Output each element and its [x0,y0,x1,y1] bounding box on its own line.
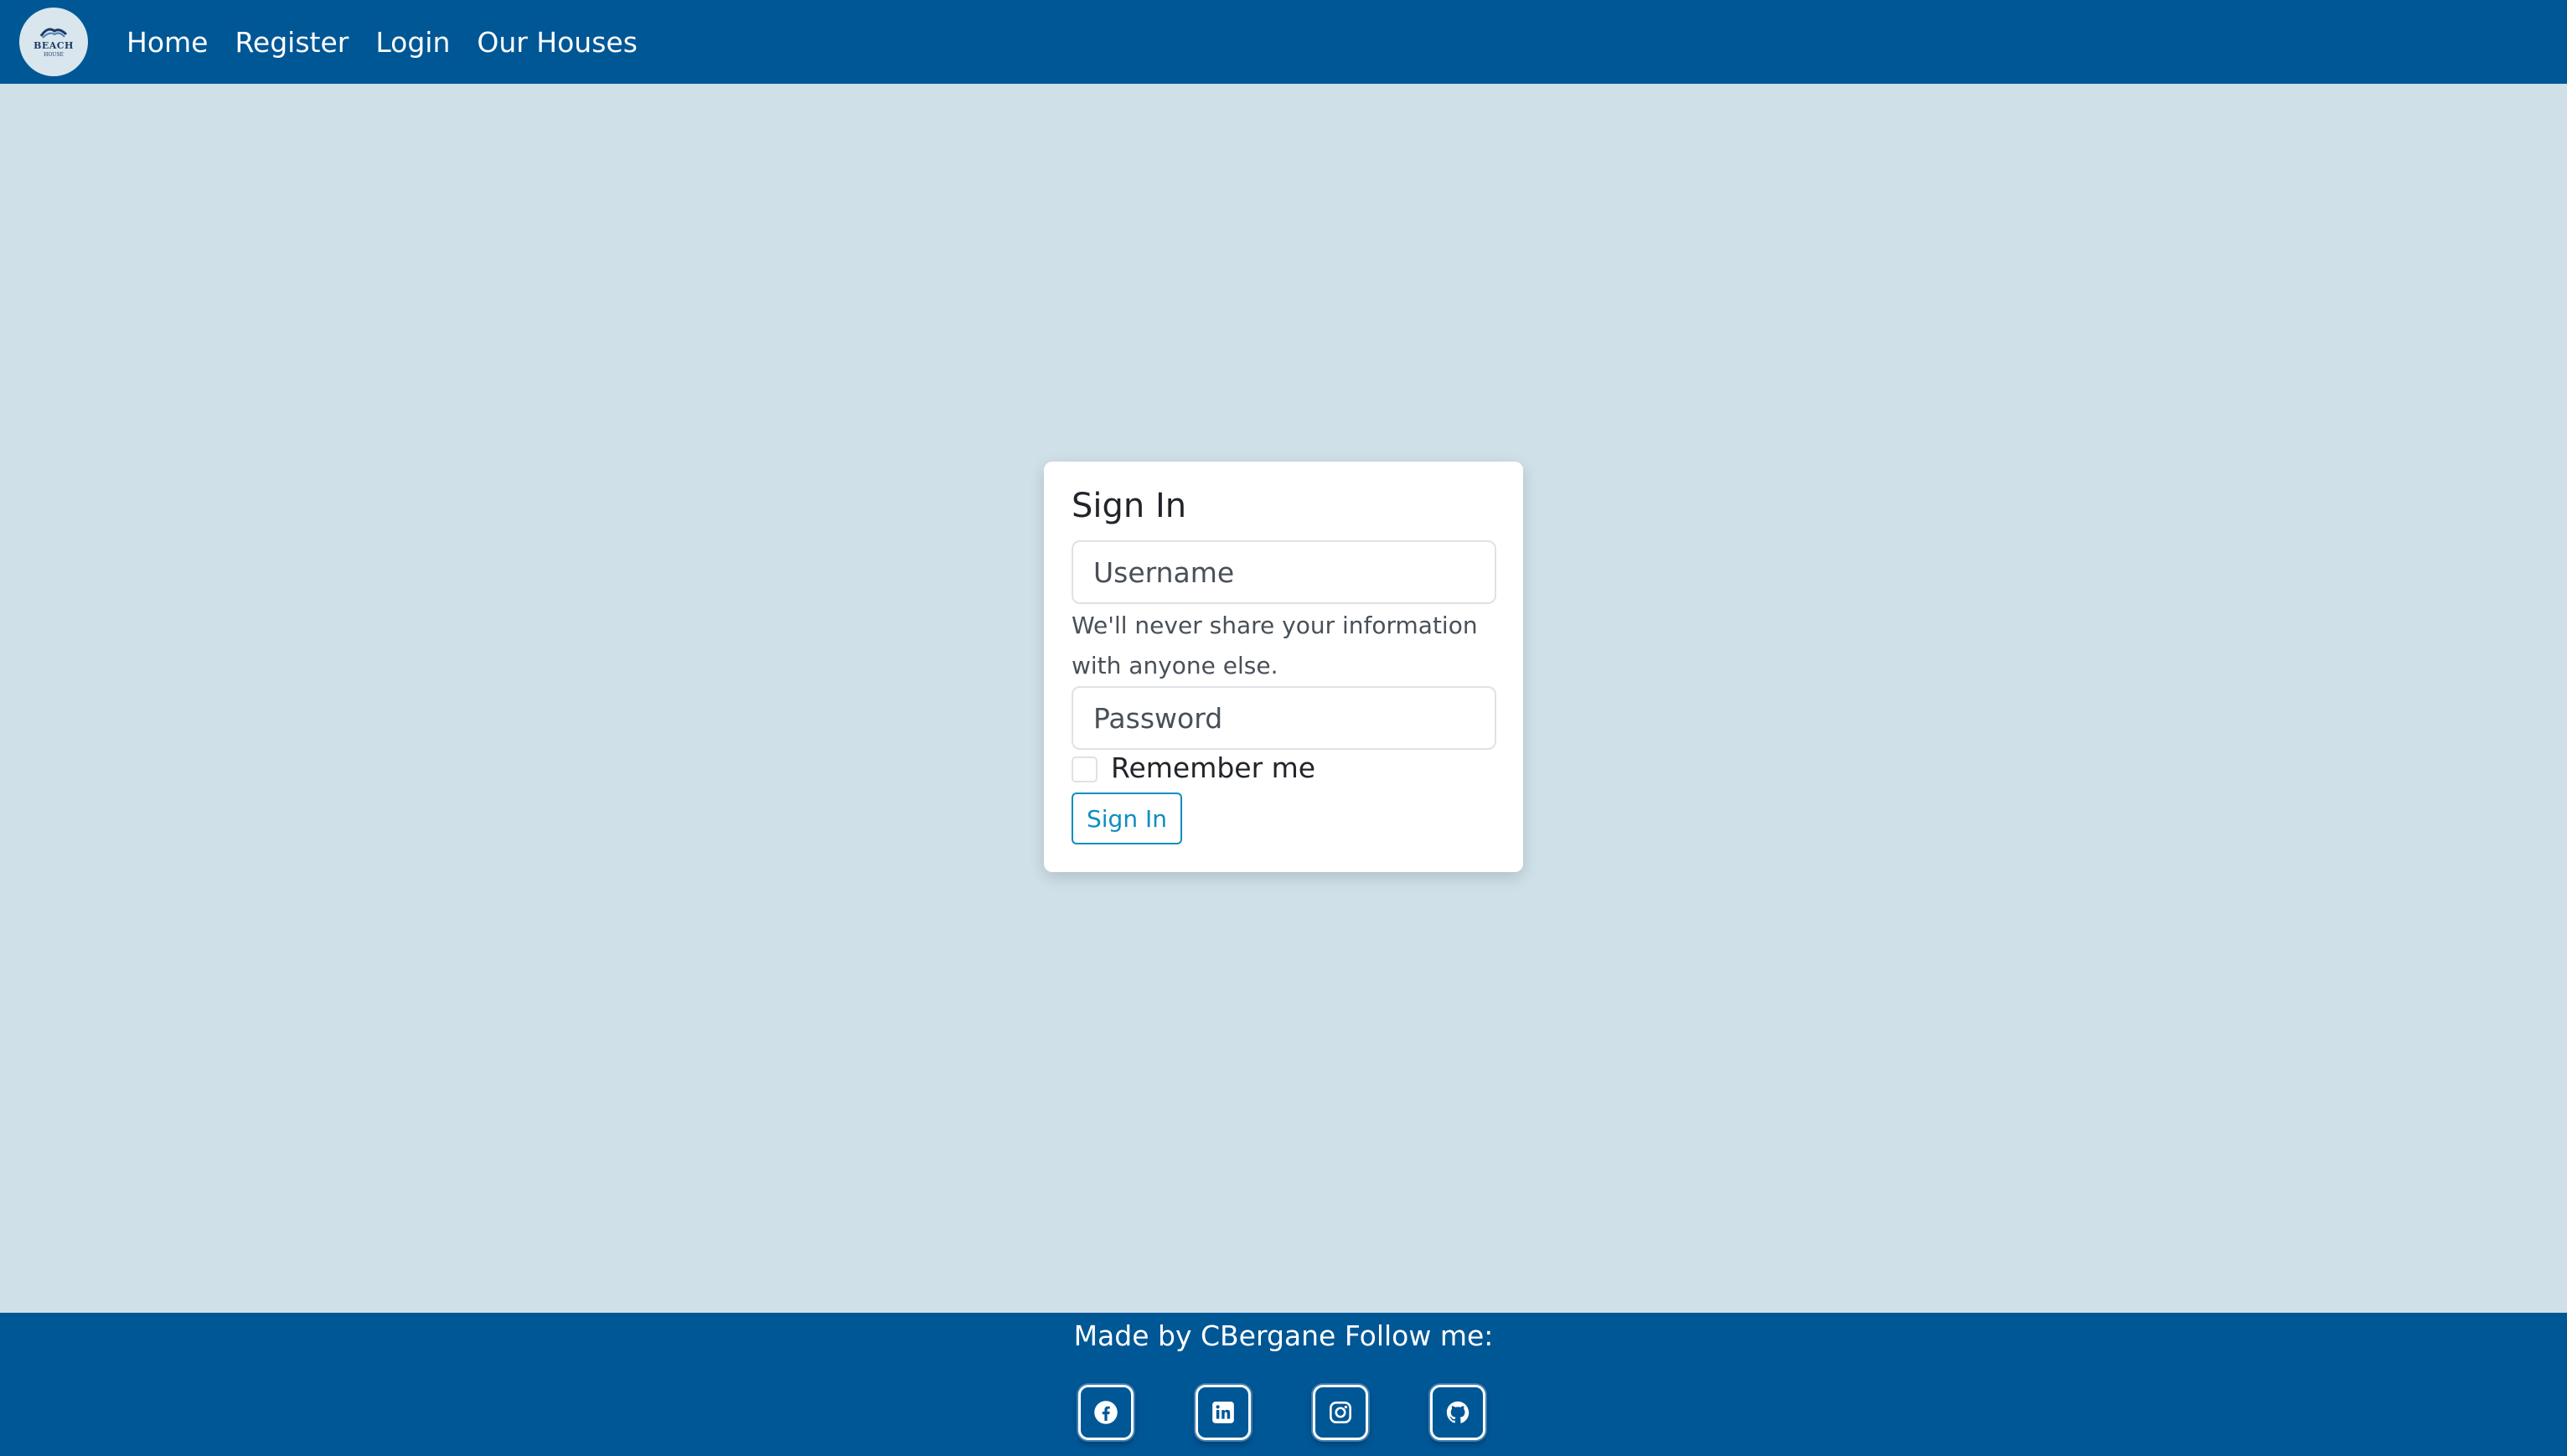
navbar: BEACH HOUSE Home Register Login Our Hous… [0,0,2567,84]
remember-me-label[interactable]: Remember me [1111,751,1315,784]
nav-link-our-houses[interactable]: Our Houses [477,26,638,59]
password-input[interactable] [1072,686,1496,750]
footer: Made by CBergane Follow me: [0,1313,2567,1456]
privacy-help-text: We'll never share your information with … [1072,612,1478,679]
signin-card: Sign In We'll never share your informati… [1044,462,1523,872]
nav-link-login[interactable]: Login [375,26,450,59]
instagram-icon [1330,1402,1351,1423]
waves-icon [39,28,68,39]
nav-link-register[interactable]: Register [235,26,349,59]
github-icon [1446,1401,1469,1423]
logo-subtext: HOUSE [44,52,64,58]
github-link[interactable] [1430,1385,1485,1440]
logo-text: BEACH [34,40,74,51]
signin-title: Sign In [1072,487,1187,525]
facebook-icon [1094,1401,1118,1424]
nav-link-home[interactable]: Home [127,26,208,59]
footer-text: Made by CBergane Follow me: [1073,1319,1494,1352]
sign-in-button[interactable]: Sign In [1072,793,1182,844]
username-input[interactable] [1072,540,1496,604]
linkedin-icon [1212,1402,1234,1423]
facebook-link[interactable] [1078,1385,1134,1440]
remember-me-checkbox[interactable] [1072,756,1098,782]
logo[interactable]: BEACH HOUSE [19,8,88,76]
linkedin-link[interactable] [1196,1385,1251,1440]
nav-links: Home Register Login Our Houses [127,0,664,84]
instagram-link[interactable] [1313,1385,1368,1440]
